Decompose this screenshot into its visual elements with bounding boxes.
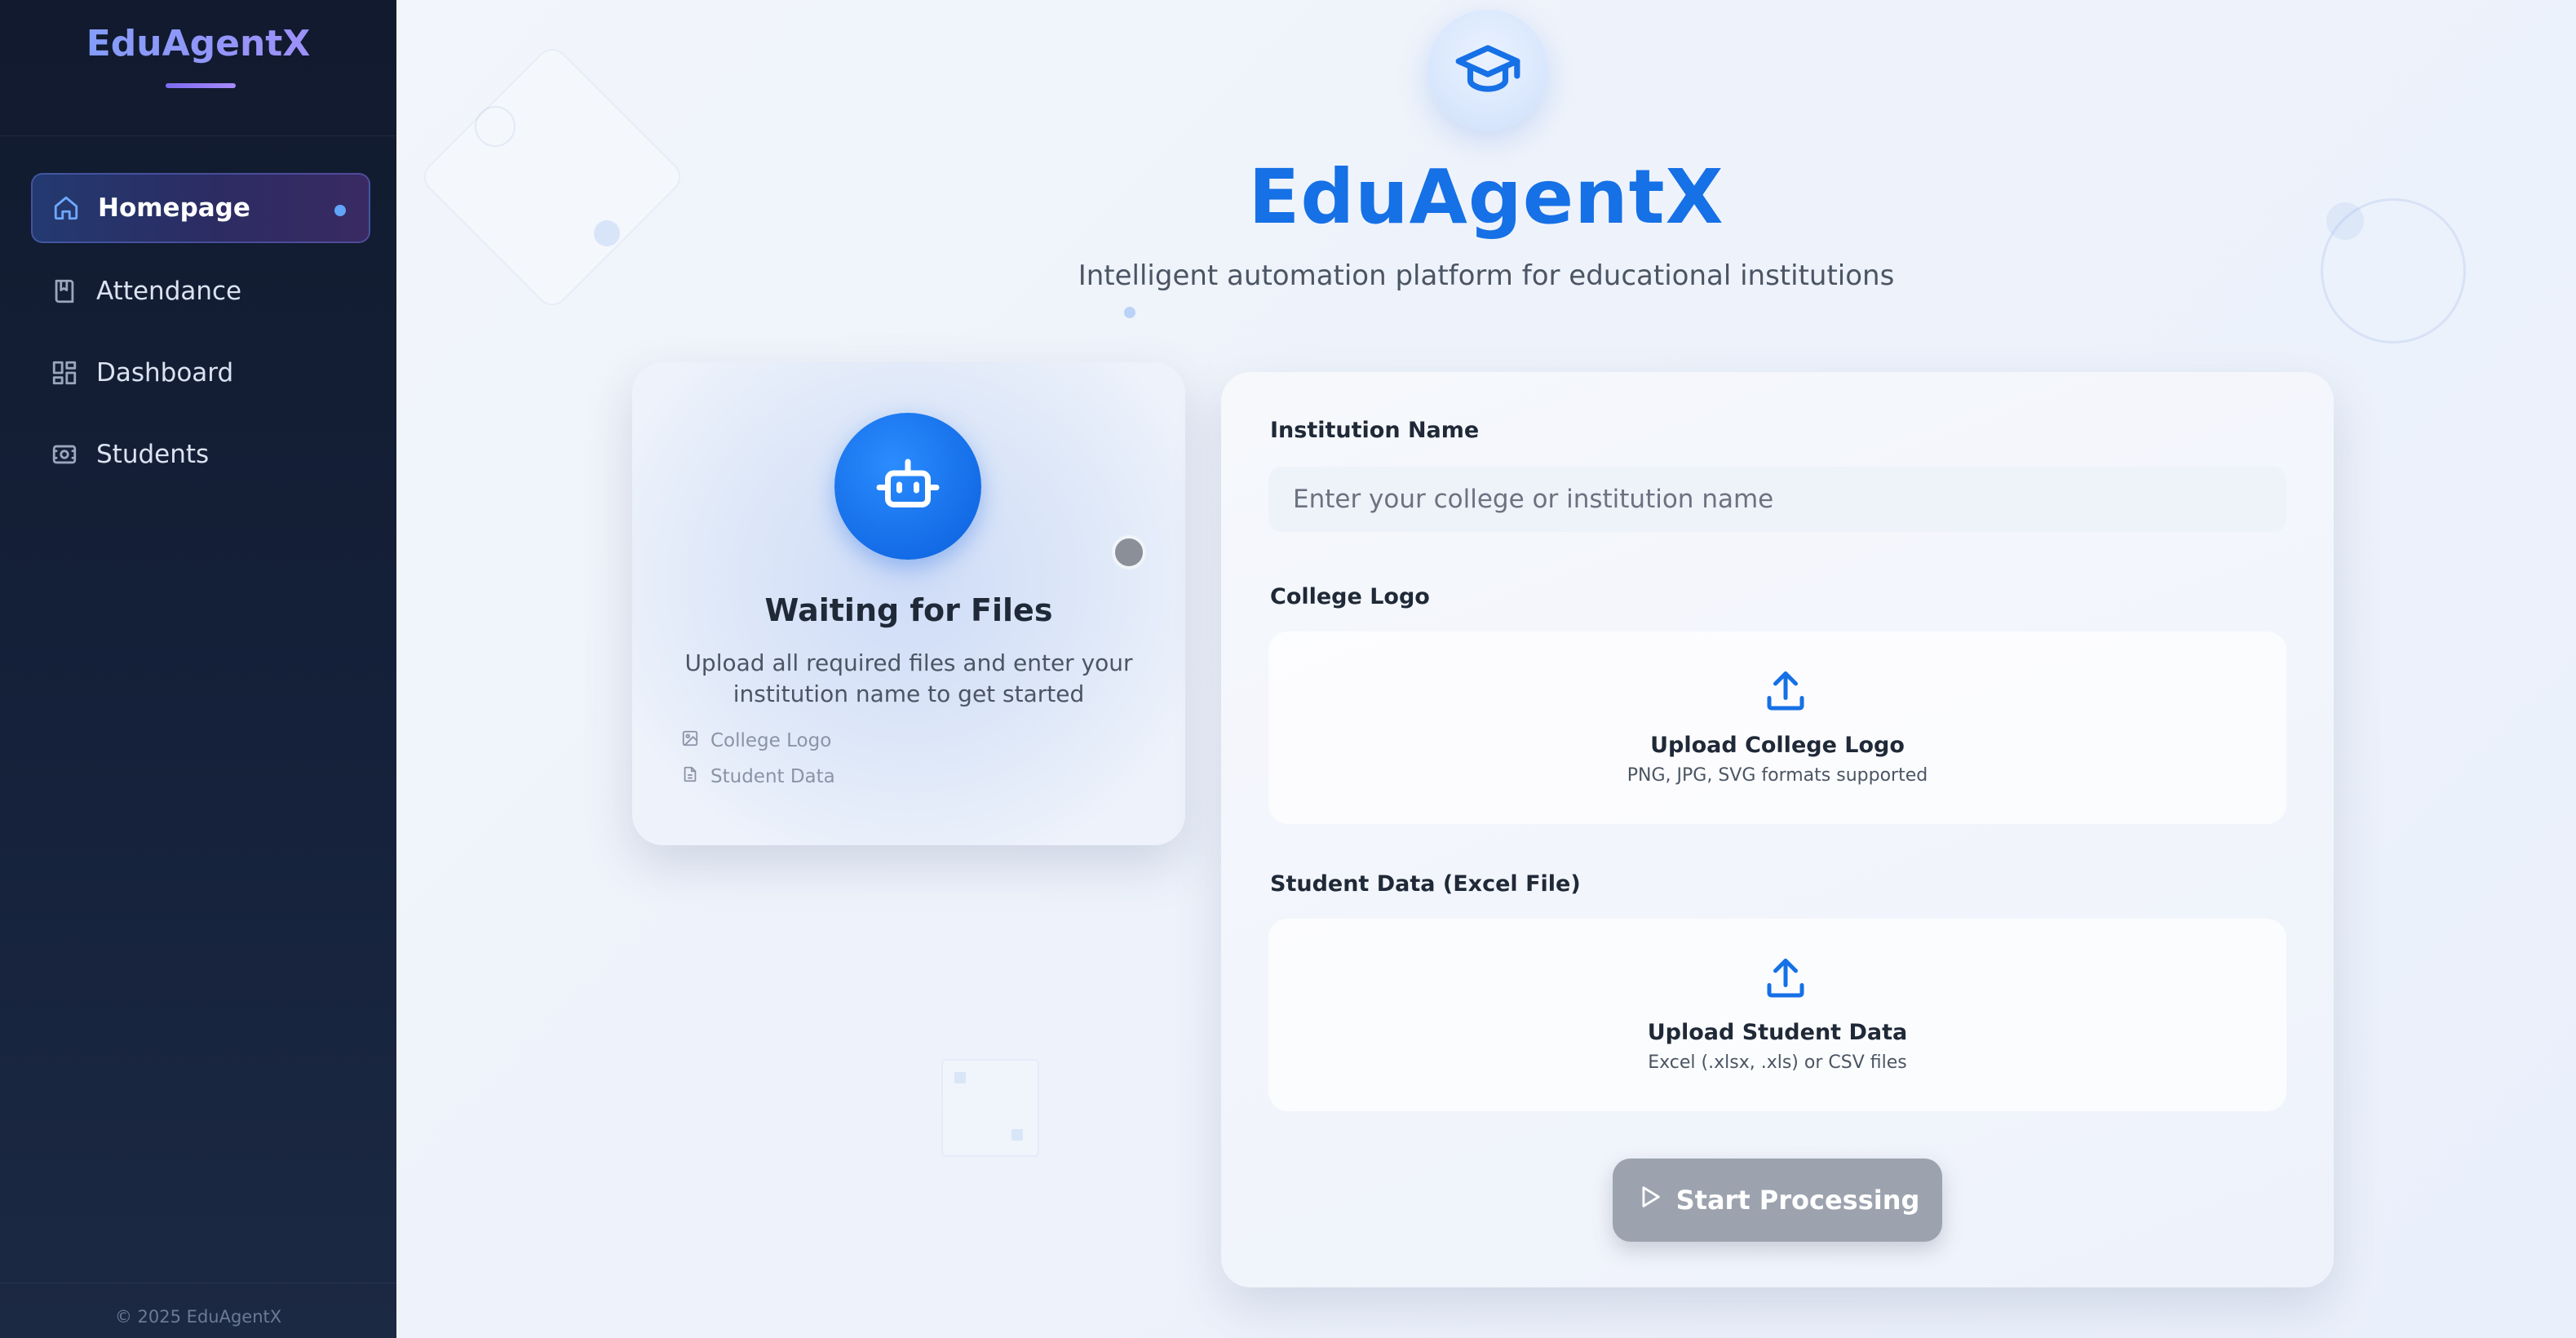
sidebar-item-label: Dashboard xyxy=(96,358,234,388)
sidebar-item-attendance[interactable]: Attendance xyxy=(31,256,370,326)
book-icon xyxy=(51,277,78,305)
upload-hint: PNG, JPG, SVG formats supported xyxy=(1627,765,1928,786)
status-title: Waiting for Files xyxy=(764,592,1053,628)
decorative-dot xyxy=(954,1072,966,1083)
upload-icon xyxy=(1761,667,1810,716)
robot-avatar xyxy=(834,413,981,560)
sidebar-item-dashboard[interactable]: Dashboard xyxy=(31,338,370,408)
status-card: Waiting for Files Upload all required fi… xyxy=(632,362,1185,845)
active-indicator-dot xyxy=(334,205,346,216)
requirement-label: College Logo xyxy=(710,730,832,751)
status-description: Upload all required files and enter your… xyxy=(684,649,1133,707)
upload-hint: Excel (.xlsx, .xls) or CSV files xyxy=(1648,1052,1907,1073)
grid-icon xyxy=(51,359,78,387)
sidebar-divider xyxy=(0,135,396,136)
file-icon xyxy=(681,765,710,788)
sidebar-item-homepage[interactable]: Homepage xyxy=(31,173,370,243)
sidebar-item-label: Attendance xyxy=(96,277,242,306)
sidebar-item-students[interactable]: Students xyxy=(31,419,370,490)
image-icon xyxy=(681,729,710,752)
start-processing-label: Start Processing xyxy=(1675,1185,1920,1216)
upload-form-card: Institution Name College Logo Upload Col… xyxy=(1221,372,2334,1287)
status-indicator xyxy=(1112,535,1146,569)
decorative-dot xyxy=(1124,307,1135,318)
decorative-dot xyxy=(1011,1129,1023,1141)
play-icon xyxy=(1635,1183,1676,1217)
requirement-item: Student Data xyxy=(681,765,835,788)
upload-title: Upload Student Data xyxy=(1647,1020,1908,1045)
sidebar-item-label: Students xyxy=(96,440,210,469)
upload-icon xyxy=(1761,955,1810,1003)
sidebar-footer: © 2025 EduAgentX xyxy=(114,1307,282,1327)
decorative-circle xyxy=(475,106,516,147)
college-logo-label: College Logo xyxy=(1270,584,1430,609)
start-processing-button[interactable]: Start Processing xyxy=(1613,1159,1942,1242)
id-card-icon xyxy=(51,441,78,468)
requirement-label: Student Data xyxy=(710,766,835,787)
sidebar-item-label: Homepage xyxy=(98,193,250,223)
student-data-upload[interactable]: Upload Student Data Excel (.xlsx, .xls) … xyxy=(1268,919,2286,1111)
brand-underline xyxy=(166,83,236,88)
institution-name-label: Institution Name xyxy=(1270,418,1480,443)
sidebar: EduAgentX Homepage Attendance Dashboard … xyxy=(0,0,396,1338)
student-data-label: Student Data (Excel File) xyxy=(1270,871,1581,897)
page-title: EduAgentX xyxy=(1248,153,1724,241)
home-icon xyxy=(52,194,80,222)
upload-title: Upload College Logo xyxy=(1650,733,1905,758)
page-subtitle: Intelligent automation platform for educ… xyxy=(1078,259,1895,292)
requirement-item: College Logo xyxy=(681,729,831,752)
college-logo-upload[interactable]: Upload College Logo PNG, JPG, SVG format… xyxy=(1268,631,2286,824)
hero-badge xyxy=(1427,10,1548,131)
robot-icon xyxy=(874,450,942,522)
institution-name-input[interactable] xyxy=(1268,467,2286,532)
graduation-cap-icon xyxy=(1453,33,1523,107)
sidebar-brand: EduAgentX xyxy=(0,23,396,64)
